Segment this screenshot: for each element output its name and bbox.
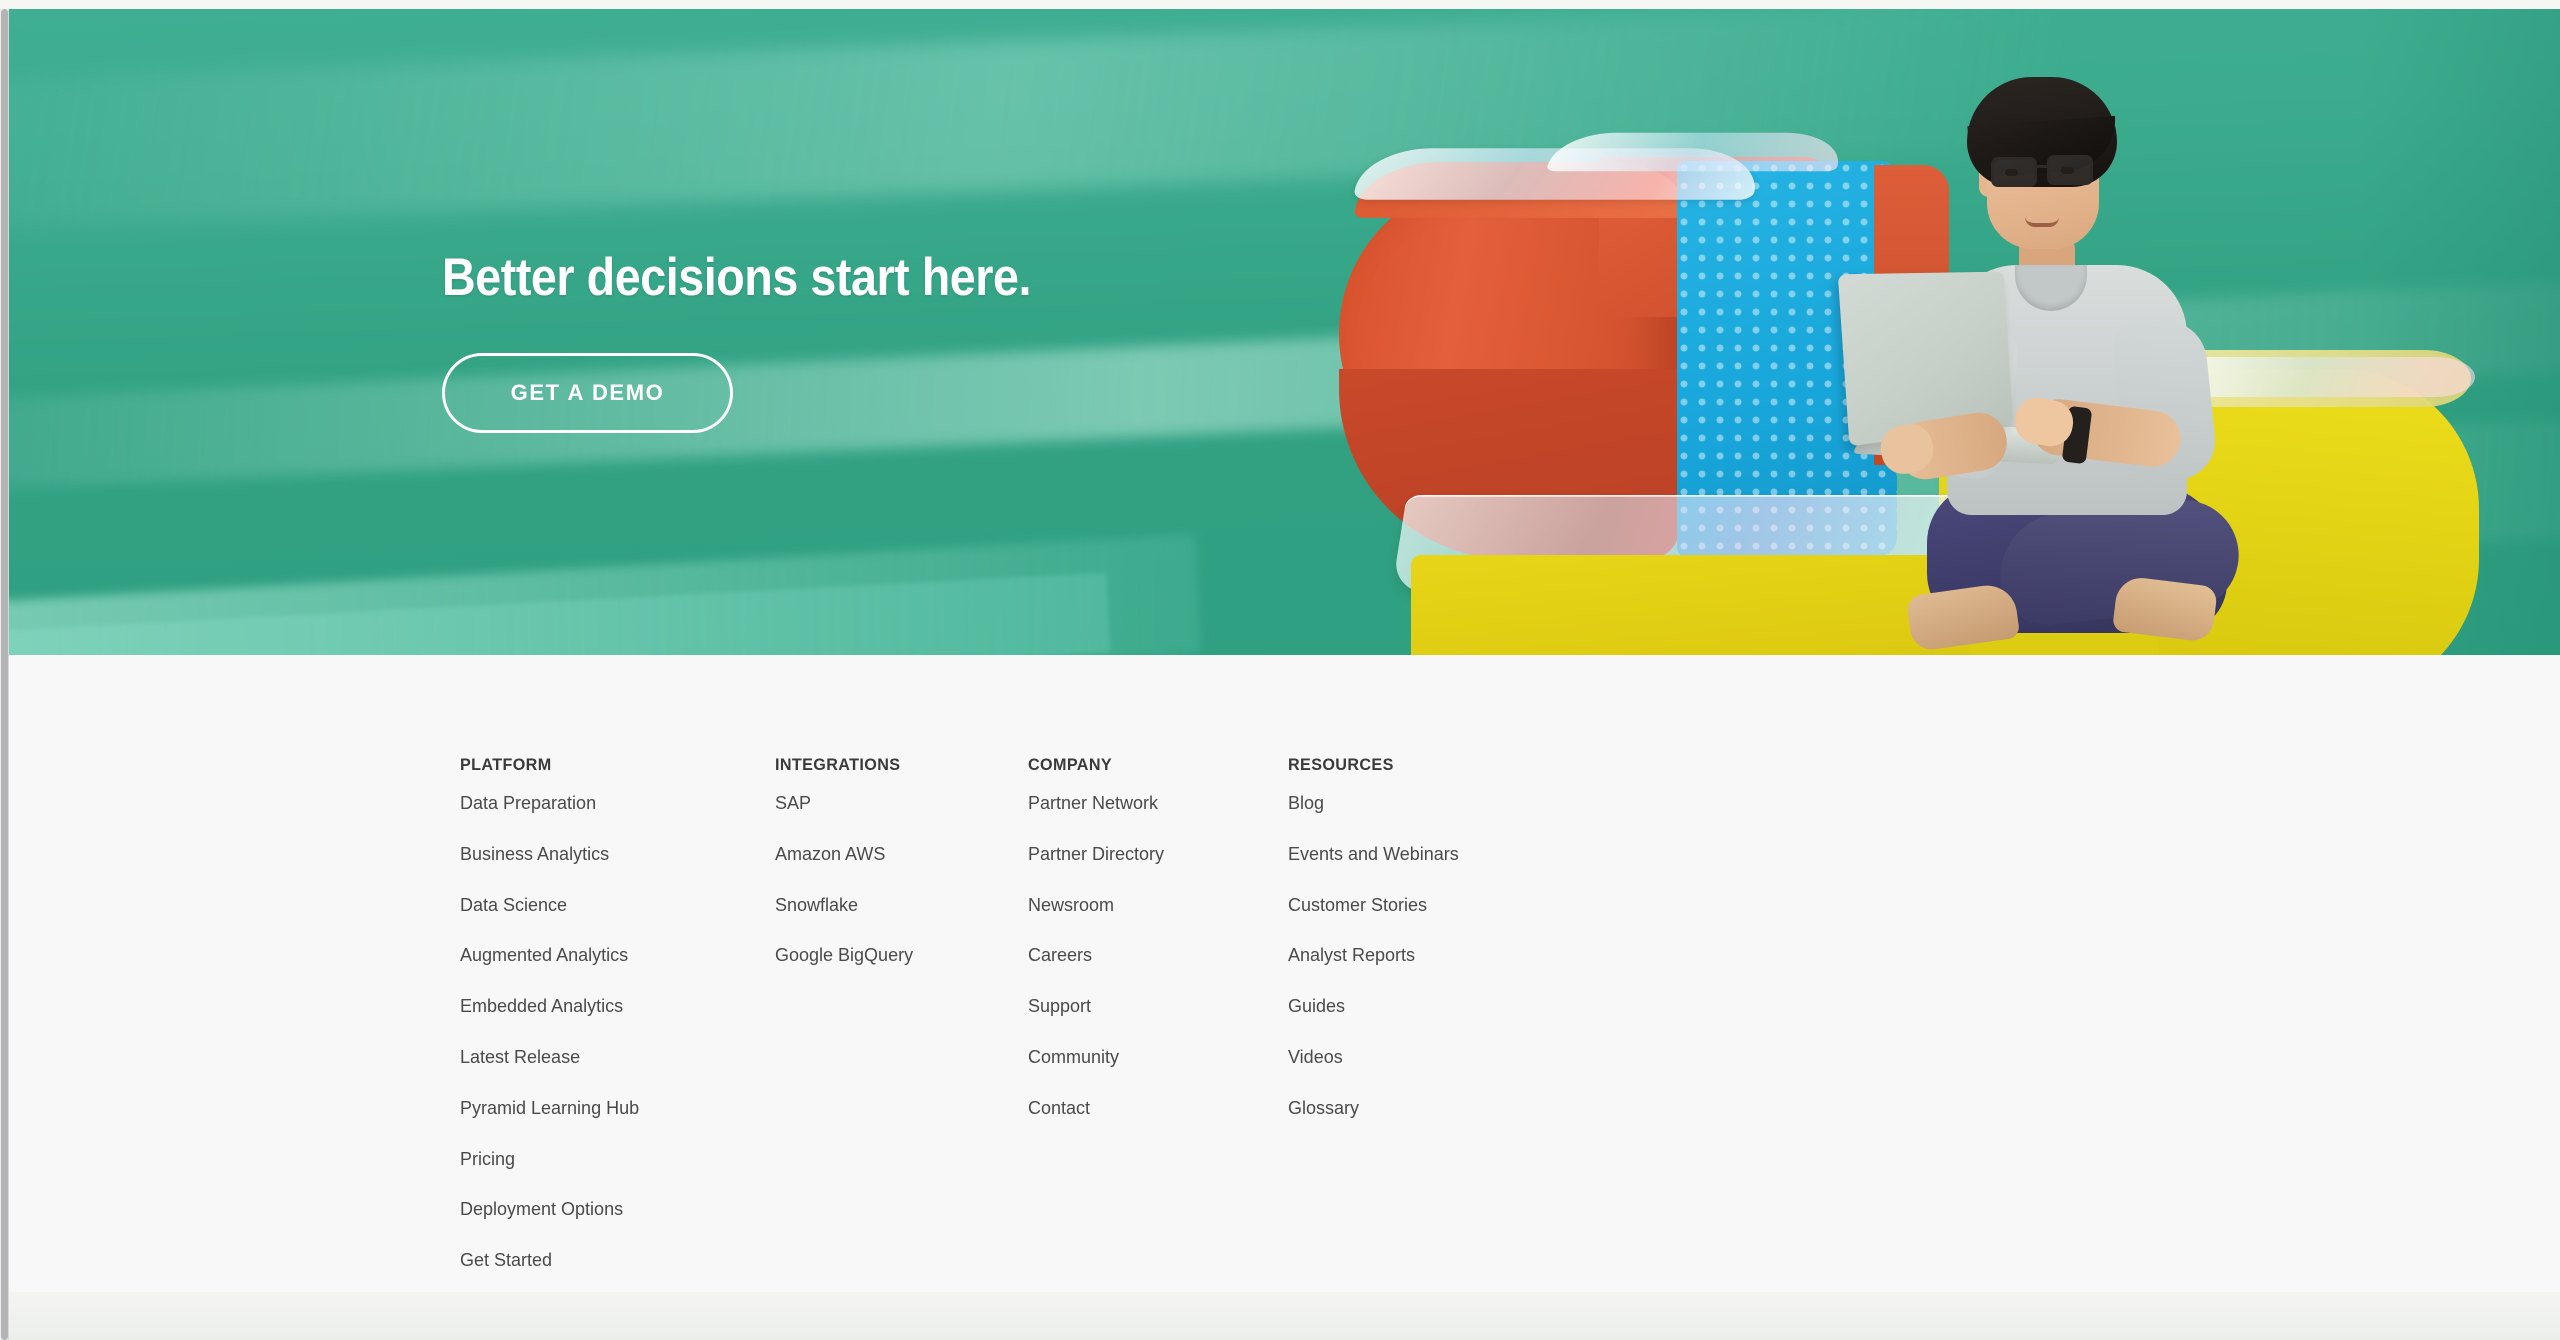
footer-link-business-analytics[interactable]: Business Analytics: [460, 845, 775, 865]
footer-column-integrations: INTEGRATIONS SAP Amazon AWS Snowflake Go…: [775, 755, 1028, 997]
footer-link-sap[interactable]: SAP: [775, 794, 1028, 814]
footer-link-newsroom[interactable]: Newsroom: [1028, 896, 1288, 916]
footer-column-company: COMPANY Partner Network Partner Director…: [1028, 755, 1288, 1150]
hero-headline: Better decisions start here.: [442, 249, 1322, 306]
get-a-demo-button[interactable]: GET A DEMO: [442, 353, 733, 433]
footer-link-amazon-aws[interactable]: Amazon AWS: [775, 845, 1028, 865]
footer-link-customer-stories[interactable]: Customer Stories: [1288, 896, 1588, 916]
footer-link-guides[interactable]: Guides: [1288, 997, 1588, 1017]
person-eye-right: [2061, 167, 2074, 174]
footer-link-careers[interactable]: Careers: [1028, 946, 1288, 966]
scrollbar-thumb[interactable]: [1, 9, 8, 1340]
footer-column-title: INTEGRATIONS: [775, 755, 1015, 775]
footer-link-pyramid-learning-hub[interactable]: Pyramid Learning Hub: [460, 1099, 775, 1119]
hero-section: Better decisions start here. GET A DEMO: [9, 9, 2560, 655]
footer-link-embedded-analytics[interactable]: Embedded Analytics: [460, 997, 775, 1017]
footer-link-events-and-webinars[interactable]: Events and Webinars: [1288, 845, 1588, 865]
person-mouth: [2025, 217, 2059, 227]
footer-link-contact[interactable]: Contact: [1028, 1099, 1288, 1119]
person-shoe-right: [2112, 575, 2218, 643]
footer-link-data-science[interactable]: Data Science: [460, 896, 775, 916]
footer-link-columns: PLATFORM Data Preparation Business Analy…: [460, 755, 1588, 1302]
footer-link-get-started[interactable]: Get Started: [460, 1251, 775, 1271]
eyeglasses-bridge: [2036, 165, 2049, 168]
footer-column-platform: PLATFORM Data Preparation Business Analy…: [460, 755, 775, 1302]
person-eye-left: [2005, 169, 2018, 176]
footer-column-title: COMPANY: [1028, 755, 1275, 775]
footer-link-augmented-analytics[interactable]: Augmented Analytics: [460, 946, 775, 966]
page-top-strip: [0, 0, 2560, 9]
footer-link-partner-directory[interactable]: Partner Directory: [1028, 845, 1288, 865]
footer-link-community[interactable]: Community: [1028, 1048, 1288, 1068]
footer-link-snowflake[interactable]: Snowflake: [775, 896, 1028, 916]
person-shoe-left: [1906, 582, 2021, 652]
footer-bottom-band: [9, 1292, 2560, 1340]
footer-link-data-preparation[interactable]: Data Preparation: [460, 794, 775, 814]
footer-link-google-bigquery[interactable]: Google BigQuery: [775, 946, 1028, 966]
hero-copy-block: Better decisions start here. GET A DEMO: [442, 249, 1442, 433]
footer-link-blog[interactable]: Blog: [1288, 794, 1588, 814]
footer-link-deployment-options[interactable]: Deployment Options: [460, 1200, 775, 1220]
vertical-scrollbar[interactable]: [0, 9, 9, 1340]
footer-link-support[interactable]: Support: [1028, 997, 1288, 1017]
footer-link-videos[interactable]: Videos: [1288, 1048, 1588, 1068]
chart-glass-ring-inner: [1546, 133, 1846, 172]
person-with-laptop-photo: [1819, 69, 2339, 655]
footer-column-title: RESOURCES: [1288, 755, 1573, 775]
footer-column-title: PLATFORM: [460, 755, 759, 775]
footer-link-glossary[interactable]: Glossary: [1288, 1099, 1588, 1119]
footer-link-pricing[interactable]: Pricing: [460, 1150, 775, 1170]
footer-link-latest-release[interactable]: Latest Release: [460, 1048, 775, 1068]
footer-link-partner-network[interactable]: Partner Network: [1028, 794, 1288, 814]
site-footer: PLATFORM Data Preparation Business Analy…: [9, 655, 2560, 1340]
footer-column-resources: RESOURCES Blog Events and Webinars Custo…: [1288, 755, 1588, 1150]
footer-link-analyst-reports[interactable]: Analyst Reports: [1288, 946, 1588, 966]
